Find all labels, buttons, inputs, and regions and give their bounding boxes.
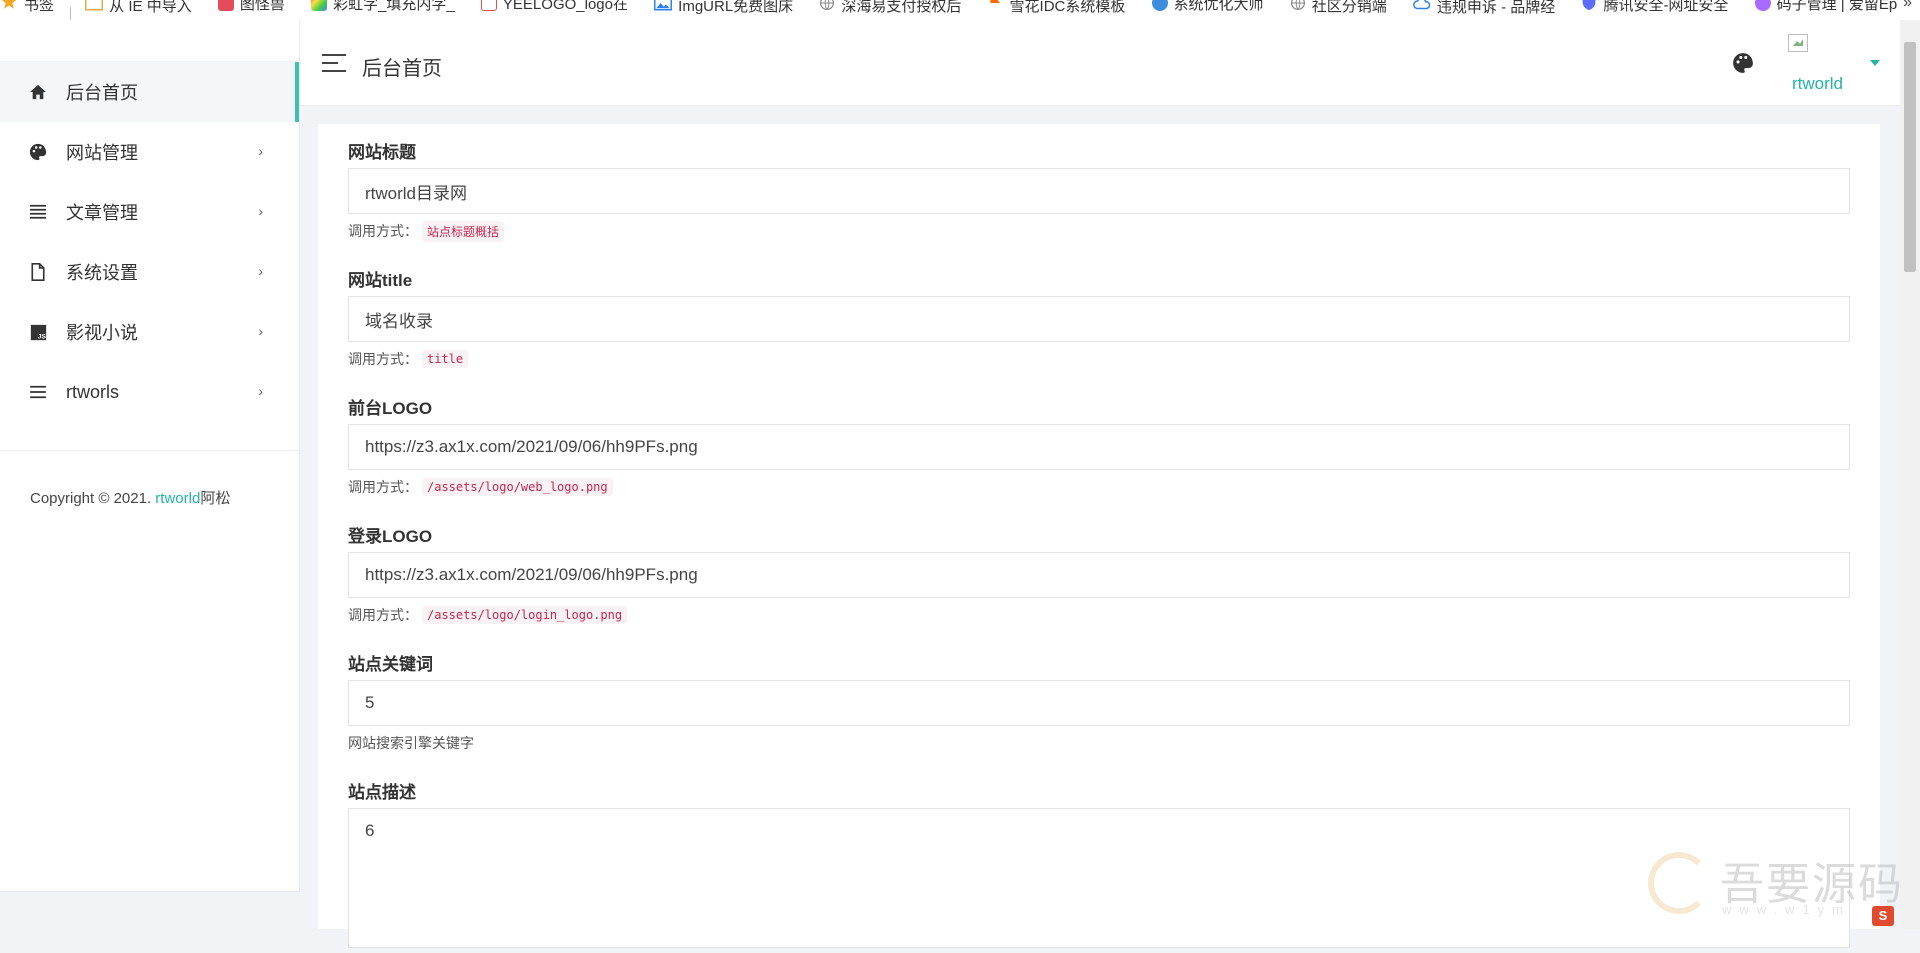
chevron-right-icon: › [258, 263, 263, 279]
bookmark-item[interactable]: 彩虹字_填充内字_ [311, 0, 455, 13]
bookmark-item[interactable]: 书签 [0, 0, 54, 14]
form-field-keywords: 站点关键词 网站搜索引擎关键字 [348, 650, 1850, 754]
sidebar-menu: 后台首页 网站管理 › 文章管理 › 系统设置 › JS 影视小说 › rtwo… [0, 62, 299, 422]
sidebar-item-label: 文章管理 [66, 203, 138, 223]
field-label: 网站title [348, 271, 413, 290]
site-icon [311, 0, 328, 11]
bookmark-item[interactable]: 违规申诉 - 品牌经 [1412, 0, 1555, 16]
form-field-login-logo: 登录LOGO 调用方式：/assets/logo/login_logo.png [348, 522, 1850, 626]
top-header: 后台首页 rtworld [300, 20, 1900, 106]
sidebar: 后台首页 网站管理 › 文章管理 › 系统设置 › JS 影视小说 › rtwo… [0, 20, 300, 929]
bookmark-item[interactable]: 雪花IDC系统模板 [988, 0, 1125, 15]
code-snippet: /assets/logo/login_logo.png [422, 606, 628, 624]
sidebar-toggle-icon[interactable] [322, 54, 346, 72]
bookmark-separator [70, 7, 72, 20]
menu-icon [28, 382, 48, 402]
shield-icon [1581, 0, 1597, 15]
sidebar-item-label: rtworls [66, 381, 119, 402]
bookmark-item[interactable]: 系统优化大师 [1151, 0, 1264, 13]
svg-text:JS: JS [37, 333, 46, 340]
theme-palette-icon[interactable] [1732, 52, 1754, 74]
star-icon [0, 0, 18, 15]
site-seo-title-input[interactable] [348, 296, 1850, 342]
scrollbar-thumb[interactable] [1904, 42, 1916, 272]
sidebar-item-video-novel[interactable]: JS 影视小说 › [0, 302, 299, 362]
home-icon [28, 82, 48, 102]
field-label: 登录LOGO [348, 527, 433, 546]
keywords-input[interactable] [348, 680, 1850, 726]
file-icon [28, 262, 48, 282]
chevron-right-icon: › [258, 143, 263, 159]
bookmarks-bar: 书签 从 IE 中导入 图怪兽 彩虹字_填充内字_ YEELOGO_logo在 … [0, 0, 1920, 20]
site-icon [480, 0, 497, 11]
sidebar-item-label: 系统设置 [66, 263, 138, 283]
sidebar-item-label: 影视小说 [66, 323, 138, 343]
bookmark-item[interactable]: 深海易支付授权后 [819, 0, 961, 15]
sidebar-item-label: 后台首页 [66, 83, 138, 103]
sidebar-logo-area [0, 20, 299, 62]
avatar [1788, 34, 1808, 52]
bookmark-item[interactable]: 图怪兽 [217, 0, 285, 13]
palette-icon [28, 142, 48, 162]
form-field-front-logo: 前台LOGO 调用方式：/assets/logo/web_logo.png [348, 394, 1850, 498]
input-method-icon[interactable]: S [1872, 906, 1894, 926]
js-icon: JS [28, 322, 48, 342]
field-label: 网站标题 [348, 143, 416, 162]
copyright: Copyright © 2021. rtworld阿松 [30, 490, 231, 507]
bookmark-item[interactable]: 码子管理 | 爱留Ep [1754, 0, 1897, 13]
username: rtworld [1792, 74, 1844, 93]
site-icon [1754, 0, 1771, 11]
image-icon [654, 0, 673, 15]
copyright-brand-link[interactable]: rtworld [155, 490, 200, 507]
front-logo-input[interactable] [348, 424, 1850, 470]
field-hint: 网站搜索引擎关键字 [348, 735, 474, 751]
bookmark-item[interactable]: 腾讯安全-网址安全 [1581, 0, 1728, 14]
form-field-description: 站点描述 6 [348, 778, 1850, 953]
globe-icon [819, 0, 835, 15]
field-label: 前台LOGO [348, 399, 433, 418]
form-field-site-seo-title: 网站title 调用方式：title [348, 266, 1850, 370]
field-label: 站点描述 [348, 783, 416, 802]
login-logo-input[interactable] [348, 552, 1850, 598]
chevron-right-icon: › [258, 323, 263, 339]
sidebar-item-system-settings[interactable]: 系统设置 › [0, 242, 299, 302]
sidebar-footer [0, 891, 300, 929]
field-label: 站点关键词 [348, 655, 433, 674]
folder-icon [85, 0, 104, 15]
field-hint: 调用方式： title [348, 348, 1850, 370]
settings-form: 网站标题 调用方式：站点标题概括 网站title 调用方式：title 前台LO… [318, 124, 1880, 948]
page-title: 后台首页 [362, 58, 442, 80]
page-scrollbar[interactable] [1900, 20, 1920, 929]
code-snippet: 站点标题概括 [422, 220, 505, 242]
sidebar-item-rtworls[interactable]: rtworls › [0, 362, 299, 422]
globe-icon [1290, 0, 1306, 15]
chevron-down-icon[interactable] [1870, 60, 1880, 66]
list-icon [28, 202, 48, 222]
sidebar-item-article-management[interactable]: 文章管理 › [0, 182, 299, 242]
code-snippet: title [422, 350, 469, 368]
field-hint: 调用方式：/assets/logo/web_logo.png [348, 476, 1850, 498]
field-hint: 调用方式： 站点标题概括 [348, 220, 1850, 242]
bookmark-item[interactable]: YEELOGO_logo在 [480, 0, 628, 13]
chevron-right-icon: › [258, 203, 263, 219]
bookmark-item[interactable]: 社区分销端 [1290, 0, 1387, 15]
bookmarks-more-button[interactable]: » [1903, 0, 1912, 12]
site-icon [217, 0, 234, 11]
site-title-input[interactable] [348, 168, 1850, 214]
bookmark-item[interactable]: 从 IE 中导入 [85, 0, 192, 15]
sidebar-item-label: 网站管理 [66, 143, 138, 163]
cloud-icon [1412, 0, 1431, 15]
form-field-site-title: 网站标题 调用方式：站点标题概括 [348, 138, 1850, 242]
site-icon [1151, 0, 1168, 11]
chevron-right-icon: › [258, 383, 263, 399]
flag-icon [988, 0, 1004, 15]
code-snippet: /assets/logo/web_logo.png [422, 478, 613, 496]
bookmark-item[interactable]: ImgURL免费图床 [654, 0, 793, 15]
description-textarea[interactable]: 6 [348, 808, 1850, 948]
sidebar-item-dashboard[interactable]: 后台首页 [0, 62, 299, 122]
field-hint: 调用方式：/assets/logo/login_logo.png [348, 604, 1850, 626]
sidebar-item-site-management[interactable]: 网站管理 › [0, 122, 299, 182]
